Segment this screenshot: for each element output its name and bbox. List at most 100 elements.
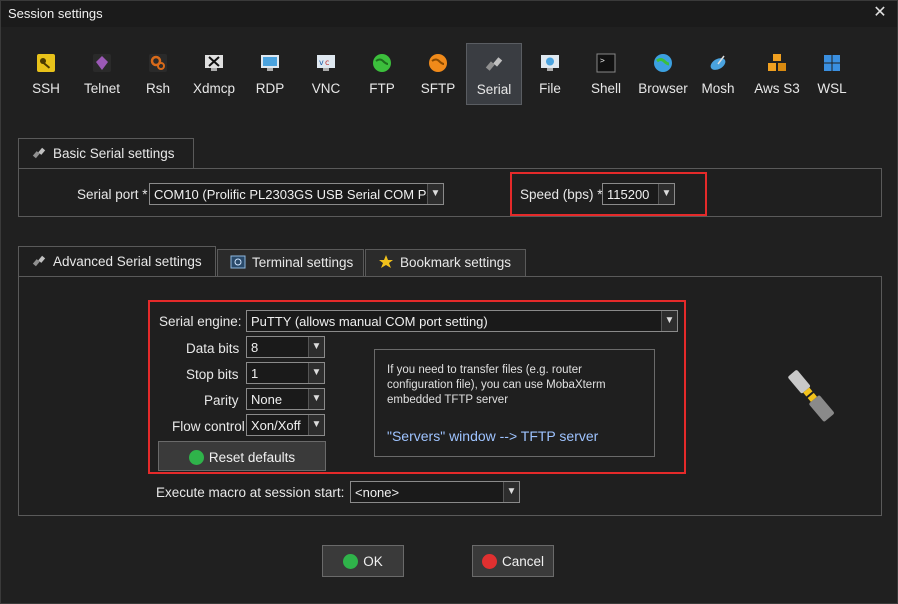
speed-label: Speed (bps) * [520, 187, 603, 202]
protocol-file[interactable]: File [527, 43, 573, 105]
protocol-label: FTP [369, 81, 395, 96]
tab-label: Bookmark settings [400, 255, 512, 270]
data-bits-select[interactable]: 8 ▼ [246, 336, 325, 358]
protocol-telnet[interactable]: Telnet [79, 43, 125, 105]
stop-bits-label: Stop bits [186, 367, 239, 382]
protocol-ssh[interactable]: SSH [23, 43, 69, 105]
tftp-info-text: If you need to transfer files (e.g. rout… [387, 364, 606, 406]
macro-select[interactable]: <none> ▼ [350, 481, 520, 503]
terminal-settings-icon [230, 255, 246, 269]
key-icon [36, 53, 56, 73]
flow-control-label: Flow control [172, 419, 245, 434]
protocol-label: SSH [32, 81, 60, 96]
terminal-icon: > [596, 53, 616, 73]
chevron-down-icon: ▼ [658, 184, 674, 204]
tftp-server-link[interactable]: "Servers" window --> TFTP server [387, 428, 598, 444]
protocol-label: WSL [817, 81, 847, 96]
cancel-button[interactable]: Cancel [472, 545, 554, 577]
protocol-xdmcp[interactable]: Xdmcp [189, 43, 239, 105]
tab-label: Basic Serial settings [53, 146, 175, 161]
tftp-info-box: If you need to transfer files (e.g. rout… [374, 349, 655, 457]
protocol-label: Browser [638, 81, 688, 96]
file-monitor-icon [540, 53, 560, 73]
tab-advanced-serial-settings[interactable]: Advanced Serial settings [18, 246, 216, 277]
close-icon[interactable]: ✕ [871, 4, 889, 22]
serial-engine-label: Serial engine: [159, 314, 242, 329]
cubes-icon [767, 53, 787, 73]
cancel-icon [481, 554, 497, 569]
protocol-label: Xdmcp [192, 81, 236, 96]
star-icon [378, 255, 394, 269]
protocol-label: SFTP [420, 81, 456, 96]
protocol-serial[interactable]: Serial [466, 43, 522, 105]
globe-orange-icon [428, 53, 448, 73]
svg-text:>: > [600, 56, 605, 65]
plug-icon [31, 146, 47, 160]
stop-bits-select[interactable]: 1 ▼ [246, 362, 325, 384]
ok-button[interactable]: OK [322, 545, 404, 577]
vnc-icon: vc [316, 53, 336, 73]
protocol-shell[interactable]: > Shell [583, 43, 629, 105]
speed-select[interactable]: 115200 ▼ [602, 183, 675, 205]
refresh-icon [188, 450, 204, 465]
gears-icon [148, 53, 168, 73]
protocol-sftp[interactable]: SFTP [415, 43, 461, 105]
protocol-aws-s3[interactable]: Aws S3 [749, 43, 805, 105]
chevron-down-icon: ▼ [503, 482, 519, 502]
protocol-label: Mosh [701, 81, 735, 96]
windows-icon [822, 53, 842, 73]
ok-label: OK [363, 554, 383, 569]
protocol-label: Shell [590, 81, 622, 96]
reset-defaults-button[interactable]: Reset defaults [158, 441, 326, 471]
tab-label: Terminal settings [252, 255, 354, 270]
flow-control-select[interactable]: Xon/Xoff ▼ [246, 414, 325, 436]
protocol-label: Aws S3 [754, 81, 800, 96]
protocol-mosh[interactable]: Mosh [695, 43, 741, 105]
protocol-wsl[interactable]: WSL [809, 43, 855, 105]
serial-plug-icon [779, 364, 845, 430]
protocol-vnc[interactable]: vc VNC [303, 43, 349, 105]
plug-icon [484, 54, 504, 74]
protocol-label: RDP [255, 81, 285, 96]
chevron-down-icon: ▼ [308, 389, 324, 409]
chevron-down-icon: ▼ [308, 363, 324, 383]
svg-text:v: v [319, 58, 324, 67]
tab-bookmark-settings[interactable]: Bookmark settings [365, 249, 526, 276]
reset-defaults-label: Reset defaults [208, 450, 296, 465]
title-bar: Session settings ✕ [1, 1, 897, 27]
serial-port-select[interactable]: COM10 (Prolific PL2303GS USB Serial COM … [149, 183, 444, 205]
satellite-icon [708, 53, 728, 73]
chevron-down-icon: ▼ [308, 337, 324, 357]
serial-port-label: Serial port * [77, 187, 148, 202]
serial-engine-select[interactable]: PuTTY (allows manual COM port setting) ▼ [246, 310, 678, 332]
monitor-icon [260, 53, 280, 73]
parity-select[interactable]: None ▼ [246, 388, 325, 410]
chevron-down-icon: ▼ [308, 415, 324, 435]
protocol-ftp[interactable]: FTP [359, 43, 405, 105]
parity-label: Parity [204, 393, 239, 408]
protocol-label: VNC [311, 81, 341, 96]
tab-basic-serial-settings[interactable]: Basic Serial settings [18, 138, 194, 168]
protocol-rdp[interactable]: RDP [247, 43, 293, 105]
macro-label: Execute macro at session start: [156, 485, 345, 500]
window-title: Session settings [8, 6, 103, 21]
gem-icon [92, 53, 112, 73]
chevron-down-icon: ▼ [661, 311, 677, 331]
plug-icon [31, 254, 47, 268]
x-monitor-icon [204, 53, 224, 73]
chevron-down-icon: ▼ [427, 184, 443, 204]
protocol-rsh[interactable]: Rsh [135, 43, 181, 105]
protocol-label: File [539, 81, 561, 96]
protocol-toolbar: SSH Telnet Rsh Xdmcp RDP v c VNC FTP SFT… [23, 43, 883, 105]
tab-label: Advanced Serial settings [53, 254, 202, 269]
cancel-label: Cancel [501, 554, 545, 569]
check-icon [343, 554, 359, 569]
svg-text:c: c [325, 58, 329, 67]
session-settings-window: Session settings ✕ SSH Telnet Rsh Xdmcp … [0, 0, 898, 604]
globe-blue-icon [653, 53, 673, 73]
protocol-browser[interactable]: Browser [635, 43, 691, 105]
protocol-label: Rsh [145, 81, 170, 96]
protocol-label: Serial [476, 82, 512, 97]
tab-terminal-settings[interactable]: Terminal settings [217, 249, 364, 276]
protocol-label: Telnet [83, 81, 121, 96]
